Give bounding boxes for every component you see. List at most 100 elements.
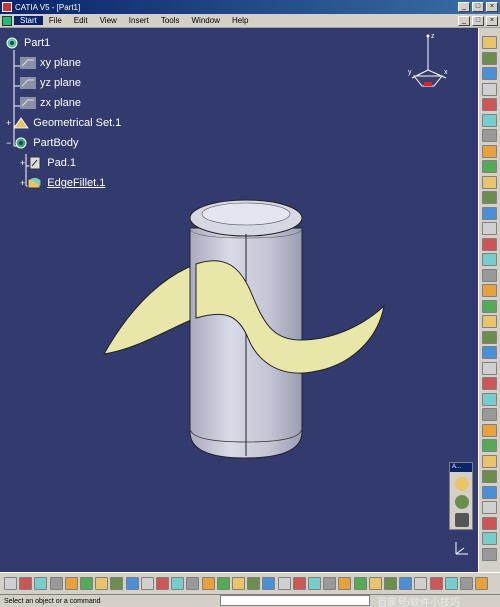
tool-button-icon[interactable] bbox=[384, 577, 397, 590]
tool-button-icon[interactable] bbox=[368, 577, 382, 590]
floating-toolbar[interactable]: A... bbox=[449, 462, 473, 530]
tool-button-icon[interactable] bbox=[482, 268, 497, 282]
shading-icon[interactable] bbox=[455, 495, 469, 509]
document-icon[interactable] bbox=[2, 15, 12, 26]
tool-button-icon[interactable] bbox=[156, 577, 169, 590]
tool-button-icon[interactable] bbox=[482, 67, 497, 80]
tool-button-icon[interactable] bbox=[482, 315, 497, 328]
tool-button-icon[interactable] bbox=[247, 577, 261, 590]
tool-button-icon[interactable] bbox=[482, 51, 497, 65]
render-icon[interactable] bbox=[455, 513, 469, 527]
tree-node-pad[interactable]: + Pad.1 bbox=[20, 156, 76, 170]
tool-button-icon[interactable] bbox=[482, 423, 497, 437]
tool-button-icon[interactable] bbox=[125, 577, 139, 590]
tool-button-icon[interactable] bbox=[482, 439, 497, 452]
maximize-button[interactable]: □ bbox=[472, 2, 484, 12]
menu-view[interactable]: View bbox=[94, 16, 123, 25]
tool-button-icon[interactable] bbox=[49, 577, 63, 590]
tool-button-icon[interactable] bbox=[323, 577, 337, 590]
tool-button-icon[interactable] bbox=[482, 160, 497, 173]
tool-button-icon[interactable] bbox=[482, 284, 497, 297]
expand-plus-icon[interactable]: + bbox=[20, 158, 25, 168]
apply-material-icon[interactable] bbox=[455, 477, 469, 491]
compass-widget[interactable]: z x y bbox=[404, 30, 454, 100]
tool-button-icon[interactable] bbox=[482, 222, 497, 235]
tool-button-icon[interactable] bbox=[399, 577, 413, 590]
tree-node-geometrical-set[interactable]: + Geometrical Set.1 bbox=[6, 116, 121, 130]
tool-button-icon[interactable] bbox=[482, 454, 497, 468]
tree-node-part1[interactable]: Part1 bbox=[4, 36, 50, 50]
tool-button-icon[interactable] bbox=[353, 577, 367, 590]
tool-button-icon[interactable] bbox=[414, 577, 428, 590]
tool-button-icon[interactable] bbox=[482, 330, 497, 344]
tool-button-icon[interactable] bbox=[429, 577, 443, 590]
tool-button-icon[interactable] bbox=[482, 144, 497, 158]
close-button[interactable]: × bbox=[486, 2, 498, 12]
tool-button-icon[interactable] bbox=[482, 516, 497, 530]
doc-close-button[interactable]: × bbox=[486, 15, 498, 26]
tool-button-icon[interactable] bbox=[338, 577, 352, 590]
tool-button-icon[interactable] bbox=[482, 175, 497, 189]
tool-button-icon[interactable] bbox=[482, 82, 497, 96]
expand-plus-icon[interactable]: + bbox=[6, 118, 11, 128]
tool-button-icon[interactable] bbox=[292, 577, 306, 590]
tool-button-icon[interactable] bbox=[482, 547, 497, 561]
tool-button-icon[interactable] bbox=[201, 577, 215, 590]
tool-button-icon[interactable] bbox=[482, 98, 497, 111]
tool-button-icon[interactable] bbox=[232, 577, 245, 590]
menu-start[interactable]: Start bbox=[14, 16, 43, 25]
tree-node-edgefillet[interactable]: + EdgeFillet.1 bbox=[20, 176, 105, 190]
menu-help[interactable]: Help bbox=[226, 16, 254, 25]
tool-button-icon[interactable] bbox=[308, 577, 321, 590]
tool-button-icon[interactable] bbox=[216, 577, 230, 590]
3d-viewport[interactable]: Part1 xy plane yz plane zx plane + Geome… bbox=[0, 28, 478, 572]
tool-button-icon[interactable] bbox=[482, 532, 497, 545]
tool-button-icon[interactable] bbox=[482, 501, 497, 514]
tool-button-icon[interactable] bbox=[460, 577, 473, 590]
doc-minimize-button[interactable]: _ bbox=[458, 15, 470, 26]
tool-button-icon[interactable] bbox=[110, 577, 124, 590]
collapse-minus-icon[interactable]: − bbox=[6, 138, 11, 148]
tree-node-xy-plane[interactable]: xy plane bbox=[20, 56, 81, 70]
tree-node-partbody[interactable]: − PartBody bbox=[6, 136, 79, 150]
command-input[interactable] bbox=[220, 595, 370, 606]
tool-button-icon[interactable] bbox=[482, 361, 497, 375]
tool-button-icon[interactable] bbox=[444, 577, 458, 590]
tool-button-icon[interactable] bbox=[19, 577, 33, 590]
tool-button-icon[interactable] bbox=[482, 36, 497, 49]
tool-button-icon[interactable] bbox=[64, 577, 78, 590]
minimize-button[interactable]: _ bbox=[458, 2, 470, 12]
tool-button-icon[interactable] bbox=[482, 113, 497, 127]
tool-button-icon[interactable] bbox=[482, 408, 497, 421]
tool-button-icon[interactable] bbox=[171, 577, 185, 590]
menu-tools[interactable]: Tools bbox=[155, 16, 186, 25]
tool-button-icon[interactable] bbox=[482, 191, 497, 204]
tool-button-icon[interactable] bbox=[277, 577, 291, 590]
tool-button-icon[interactable] bbox=[262, 577, 276, 590]
tool-button-icon[interactable] bbox=[140, 577, 154, 590]
tool-button-icon[interactable] bbox=[482, 237, 497, 251]
tool-button-icon[interactable] bbox=[34, 577, 48, 590]
tree-node-yz-plane[interactable]: yz plane bbox=[20, 76, 81, 90]
menu-window[interactable]: Window bbox=[186, 16, 226, 25]
menu-insert[interactable]: Insert bbox=[123, 16, 155, 25]
menu-file[interactable]: File bbox=[43, 16, 68, 25]
tool-button-icon[interactable] bbox=[482, 470, 497, 483]
menu-edit[interactable]: Edit bbox=[68, 16, 94, 25]
tool-button-icon[interactable] bbox=[482, 129, 497, 142]
tool-button-icon[interactable] bbox=[482, 485, 497, 499]
tool-button-icon[interactable] bbox=[4, 577, 17, 590]
tool-button-icon[interactable] bbox=[482, 299, 497, 313]
tool-button-icon[interactable] bbox=[80, 577, 93, 590]
tree-node-zx-plane[interactable]: zx plane bbox=[20, 96, 81, 110]
tool-button-icon[interactable] bbox=[482, 392, 497, 406]
tool-button-icon[interactable] bbox=[482, 377, 497, 390]
tool-button-icon[interactable] bbox=[475, 577, 489, 590]
tool-button-icon[interactable] bbox=[482, 206, 497, 220]
tool-button-icon[interactable] bbox=[95, 577, 109, 590]
tool-button-icon[interactable] bbox=[482, 346, 497, 359]
doc-restore-button[interactable]: □ bbox=[472, 15, 484, 26]
tool-button-icon[interactable] bbox=[186, 577, 200, 590]
tool-button-icon[interactable] bbox=[482, 253, 497, 266]
expand-plus-icon[interactable]: + bbox=[20, 178, 25, 188]
